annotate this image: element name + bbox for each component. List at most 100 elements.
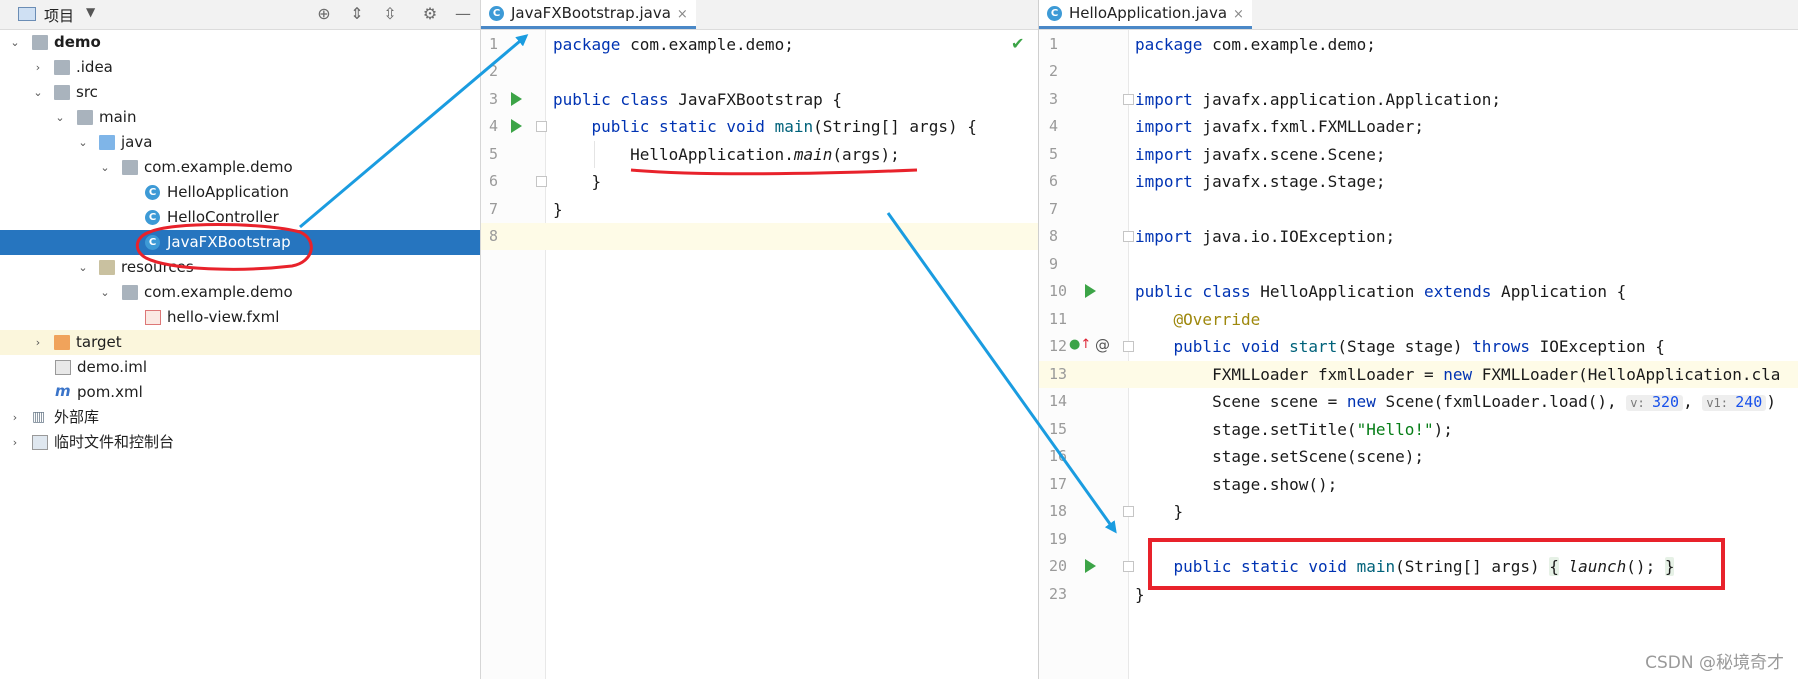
code-line[interactable]: 3 import javafx.application.Application; [1039, 86, 1798, 113]
run-icon[interactable] [511, 119, 522, 133]
code-text[interactable]: public class JavaFXBootstrap { [553, 90, 842, 109]
code-line[interactable]: 11 @Override [1039, 306, 1798, 333]
tree-item-main[interactable]: ⌄ main [0, 105, 480, 130]
chevron-right-icon[interactable]: › [31, 330, 45, 355]
fold-icon[interactable] [1123, 231, 1134, 242]
code-text[interactable]: stage.show(); [1135, 475, 1337, 494]
code-line[interactable]: 16 stage.setScene(scene); [1039, 443, 1798, 470]
code-line[interactable]: 7 [1039, 196, 1798, 223]
code-line[interactable]: 2 [481, 58, 1038, 85]
fold-icon[interactable] [1123, 341, 1134, 352]
code-text[interactable]: import javafx.scene.Scene; [1135, 145, 1385, 164]
chevron-down-icon[interactable]: ⌄ [98, 280, 112, 305]
code-line[interactable]: 4 import javafx.fxml.FXMLLoader; [1039, 113, 1798, 140]
code-line[interactable]: 3 public class JavaFXBootstrap { [481, 86, 1038, 113]
tree-item-idea[interactable]: › .idea [0, 55, 480, 80]
tree-item-pom-xml[interactable]: m pom.xml [0, 380, 480, 405]
code-line[interactable]: 19 [1039, 526, 1798, 553]
code-line[interactable]: 5 import javafx.scene.Scene; [1039, 141, 1798, 168]
code-text[interactable]: HelloApplication.main(args); [553, 145, 900, 164]
tab-javafx-bootstrap[interactable]: C JavaFXBootstrap.java × [481, 0, 696, 29]
chevron-down-icon[interactable]: ⌄ [76, 130, 90, 155]
run-icon[interactable] [1085, 284, 1096, 298]
code-text[interactable]: public static void main(String[] args) { [553, 117, 977, 136]
fold-icon[interactable] [1123, 94, 1134, 105]
chevron-down-icon[interactable]: ⌄ [31, 80, 45, 105]
gear-icon[interactable]: ⚙ [421, 5, 439, 23]
tree-item-java[interactable]: ⌄ java [0, 130, 480, 155]
run-icon[interactable] [1085, 559, 1096, 573]
code-text[interactable]: import javafx.stage.Stage; [1135, 172, 1385, 191]
tree-item-scratches[interactable]: › 临时文件和控制台 [0, 430, 480, 455]
tree-item-hello-application[interactable]: C HelloApplication [0, 180, 480, 205]
code-line[interactable]: 7 } [481, 196, 1038, 223]
project-panel-title[interactable]: 项目 [44, 5, 74, 26]
code-line[interactable]: 15 stage.setTitle("Hello!"); [1039, 416, 1798, 443]
code-line[interactable]: 6 import javafx.stage.Stage; [1039, 168, 1798, 195]
override-marker-icon[interactable]: ●↑ [1069, 337, 1091, 352]
locate-icon[interactable]: ⊕ [315, 5, 333, 23]
code-text[interactable]: stage.setScene(scene); [1135, 447, 1424, 466]
tree-item-package[interactable]: ⌄ com.example.demo [0, 155, 480, 180]
code-text[interactable]: } [553, 200, 563, 219]
code-line[interactable]: 1 package com.example.demo; ✔ [481, 31, 1038, 58]
code-text[interactable]: public class HelloApplication extends Ap… [1135, 282, 1626, 301]
code-text[interactable]: } [1135, 585, 1145, 604]
tree-item-hello-controller[interactable]: C HelloController [0, 205, 480, 230]
code-text[interactable]: import java.io.IOException; [1135, 227, 1395, 246]
expand-all-icon[interactable]: ⇕ [348, 5, 366, 23]
code-line[interactable]: 18 } [1039, 498, 1798, 525]
code-line[interactable]: 5 HelloApplication.main(args); [481, 141, 1038, 168]
chevron-right-icon[interactable]: › [8, 430, 22, 455]
code-text[interactable]: import javafx.fxml.FXMLLoader; [1135, 117, 1424, 136]
code-text[interactable]: public void start(Stage stage) throws IO… [1135, 337, 1665, 356]
collapse-all-icon[interactable]: ⇳ [381, 5, 399, 23]
tab-hello-application[interactable]: C HelloApplication.java × [1039, 0, 1252, 29]
minimize-icon[interactable]: — [454, 5, 472, 23]
run-icon[interactable] [511, 92, 522, 106]
code-line-current[interactable]: 8 [481, 223, 1038, 250]
code-text[interactable]: package com.example.demo; [1135, 35, 1376, 54]
code-line[interactable]: 10 public class HelloApplication extends… [1039, 278, 1798, 305]
code-line[interactable]: 17 stage.show(); [1039, 471, 1798, 498]
chevron-right-icon[interactable]: › [31, 55, 45, 80]
code-line[interactable]: 12 ●↑ @ public void start(Stage stage) t… [1039, 333, 1798, 360]
code-text[interactable]: import javafx.application.Application; [1135, 90, 1501, 109]
code-text[interactable]: FXMLLoader fxmlLoader = new FXMLLoader(H… [1135, 365, 1780, 384]
chevron-down-icon[interactable]: ⌄ [98, 155, 112, 180]
code-line[interactable]: 2 [1039, 58, 1798, 85]
code-text[interactable]: @Override [1135, 310, 1261, 329]
code-line[interactable]: 14 Scene scene = new Scene(fxmlLoader.lo… [1039, 388, 1798, 415]
tree-item-package[interactable]: ⌄ com.example.demo [0, 280, 480, 305]
fold-icon[interactable] [536, 121, 547, 132]
tree-item-demo-iml[interactable]: demo.iml [0, 355, 480, 380]
code-line-current[interactable]: 13 FXMLLoader fxmlLoader = new FXMLLoade… [1039, 361, 1798, 388]
tree-item-external-libraries[interactable]: › ▥ 外部库 [0, 405, 480, 430]
code-line[interactable]: 4 public static void main(String[] args)… [481, 113, 1038, 140]
fold-icon[interactable] [1123, 561, 1134, 572]
close-icon[interactable]: × [677, 7, 688, 22]
code-line[interactable]: 23 } [1039, 581, 1798, 608]
tree-item-javafx-bootstrap[interactable]: C JavaFXBootstrap [0, 230, 480, 255]
chevron-down-icon[interactable]: ⌄ [8, 30, 22, 55]
chevron-down-icon[interactable]: ▼ [86, 5, 95, 19]
tree-item-demo[interactable]: ⌄ demo [0, 30, 480, 55]
code-text[interactable]: } [553, 172, 602, 191]
code-text[interactable]: public static void main(String[] args) {… [1135, 557, 1675, 576]
code-line[interactable]: 6 } [481, 168, 1038, 195]
code-line[interactable]: 9 [1039, 251, 1798, 278]
code-text[interactable]: package com.example.demo; [553, 35, 794, 54]
code-line[interactable]: 8 import java.io.IOException; [1039, 223, 1798, 250]
chevron-down-icon[interactable]: ⌄ [53, 105, 67, 130]
code-text[interactable]: stage.setTitle("Hello!"); [1135, 420, 1453, 439]
code-text[interactable]: Scene scene = new Scene(fxmlLoader.load(… [1135, 392, 1776, 411]
code-line[interactable]: 1 package com.example.demo; [1039, 31, 1798, 58]
tree-item-hello-view-fxml[interactable]: hello-view.fxml [0, 305, 480, 330]
fold-icon[interactable] [536, 176, 547, 187]
tree-item-src[interactable]: ⌄ src [0, 80, 480, 105]
chevron-down-icon[interactable]: ⌄ [76, 255, 90, 280]
fold-icon[interactable] [1123, 506, 1134, 517]
tree-item-target[interactable]: › target [0, 330, 480, 355]
chevron-right-icon[interactable]: › [8, 405, 22, 430]
close-icon[interactable]: × [1233, 7, 1244, 22]
